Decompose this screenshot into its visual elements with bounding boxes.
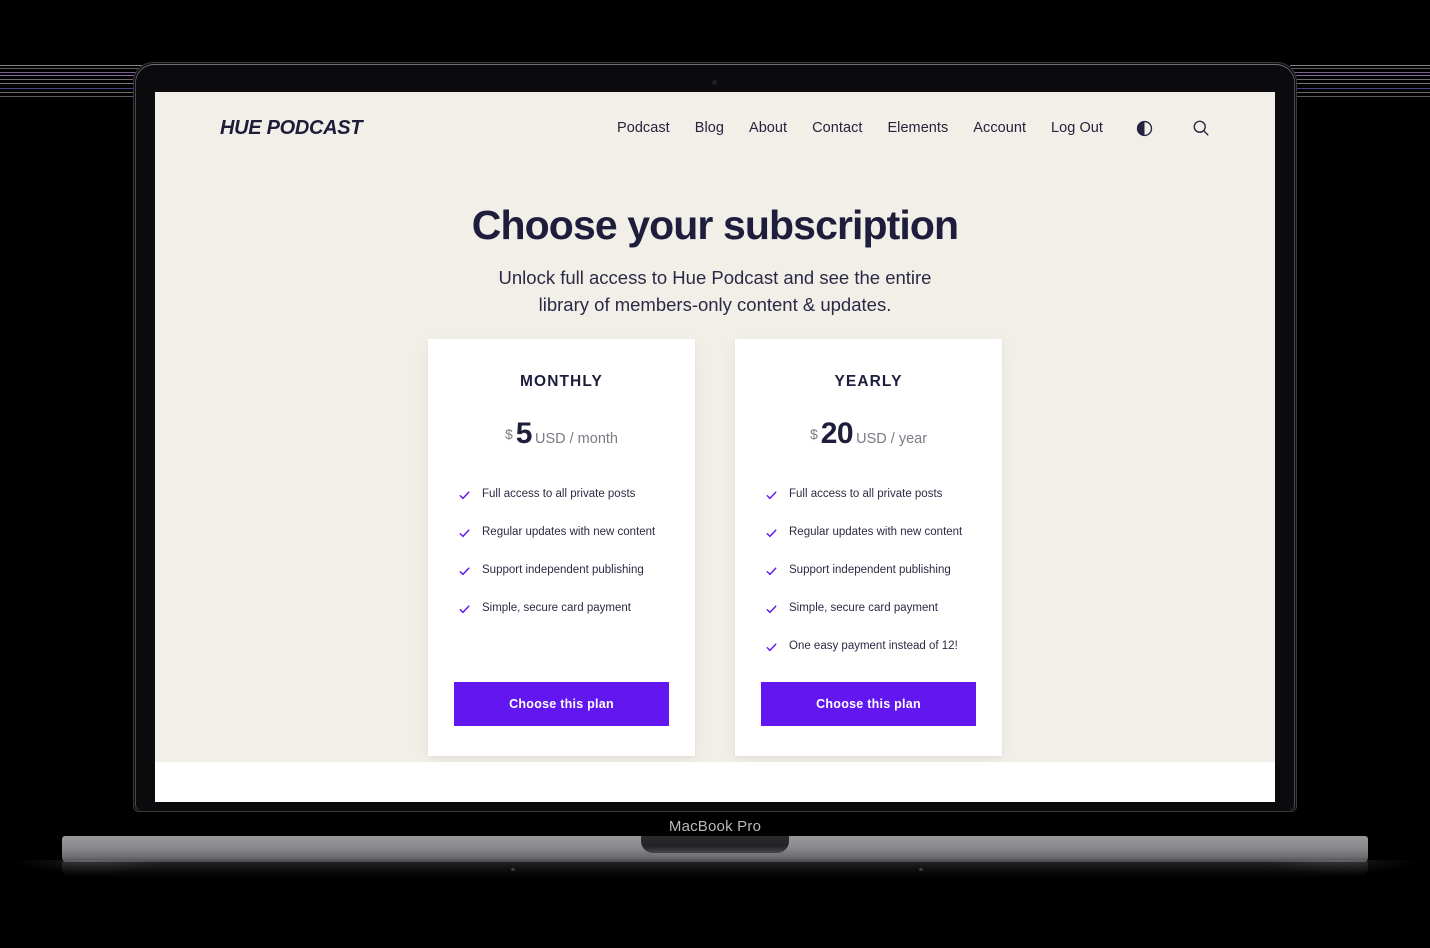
list-item: Support independent publishing	[766, 563, 976, 582]
laptop-base-underside	[62, 862, 1368, 878]
plan-feature-list: Full access to all private posts Regular…	[761, 487, 976, 677]
plan-feature-list: Full access to all private posts Regular…	[454, 487, 669, 639]
price-currency: $	[505, 426, 513, 442]
check-icon	[766, 640, 777, 658]
plan-card-monthly: MONTHLY $5 USD / month Full access to all…	[428, 339, 695, 756]
check-icon	[766, 526, 777, 544]
half-circle-contrast-icon[interactable]	[1136, 120, 1153, 137]
webcam-icon	[712, 80, 717, 85]
plan-name: MONTHLY	[520, 373, 603, 390]
page-subtitle: Unlock full access to Hue Podcast and se…	[498, 267, 932, 315]
price-period: USD / month	[534, 431, 618, 447]
list-item: Support independent publishing	[459, 563, 669, 582]
plan-price: $20 USD / year	[761, 417, 976, 451]
feature-label: Support independent publishing	[482, 564, 644, 576]
page-title: Choose your subscription	[471, 202, 959, 248]
primary-navigation: Podcast Blog About Contact Elements Acco…	[617, 119, 1210, 137]
laptop-base-foot-dot	[919, 868, 923, 871]
feature-label: Full access to all private posts	[482, 488, 636, 500]
check-icon	[459, 488, 470, 506]
laptop-base-highlight-right	[1260, 860, 1420, 874]
nav-item-blog[interactable]: Blog	[695, 120, 724, 136]
feature-label: Simple, secure card payment	[789, 602, 938, 614]
site-logo[interactable]: HUE PODCAST	[220, 117, 363, 140]
site-header: HUE PODCAST Podcast Blog About Contact E…	[155, 92, 1275, 164]
nav-item-about[interactable]: About	[749, 120, 787, 136]
nav-item-contact[interactable]: Contact	[812, 120, 862, 136]
plan-cta-wrapper: Choose this plan	[454, 682, 669, 726]
nav-item-elements[interactable]: Elements	[887, 120, 948, 136]
laptop-base-notch	[641, 836, 789, 853]
list-item: Simple, secure card payment	[459, 601, 669, 620]
check-icon	[459, 602, 470, 620]
check-icon	[766, 602, 777, 620]
feature-label: Regular updates with new content	[482, 526, 656, 538]
plan-card-yearly: YEARLY $20 USD / year Full access to all …	[735, 339, 1002, 756]
price-amount: 20	[820, 417, 854, 450]
plan-name: YEARLY	[834, 373, 903, 390]
list-item: One easy payment instead of 12!	[766, 639, 976, 658]
price-currency: $	[809, 426, 818, 442]
laptop-base-foot-dot	[511, 868, 515, 871]
list-item: Full access to all private posts	[766, 487, 976, 506]
laptop-base-highlight-left	[10, 860, 170, 874]
list-item: Regular updates with new content	[459, 525, 669, 544]
site-footer-strip	[155, 762, 1275, 802]
feature-label: Regular updates with new content	[789, 526, 963, 538]
nav-item-account[interactable]: Account	[973, 120, 1026, 136]
feature-label: Simple, secure card payment	[482, 602, 631, 614]
feature-label: One easy payment instead of 12!	[789, 640, 958, 652]
browser-viewport: HUE PODCAST Podcast Blog About Contact E…	[155, 92, 1275, 802]
pricing-plans: MONTHLY $5 USD / month Full access to all…	[155, 339, 1275, 756]
nav-item-podcast[interactable]: Podcast	[617, 120, 670, 136]
feature-label: Full access to all private posts	[789, 488, 943, 500]
plan-cta-wrapper: Choose this plan	[761, 682, 976, 726]
macbook-pro-device-frame: HUE PODCAST Podcast Blog About Contact E…	[0, 0, 1430, 948]
price-period: USD / year	[856, 431, 928, 447]
plan-price: $5 USD / month	[454, 417, 669, 451]
choose-plan-button-yearly[interactable]: Choose this plan	[761, 682, 976, 726]
list-item: Simple, secure card payment	[766, 601, 976, 620]
hero-section: Choose your subscription Unlock full acc…	[155, 202, 1275, 319]
search-icon[interactable]	[1192, 119, 1210, 137]
price-amount: 5	[515, 417, 533, 450]
check-icon	[459, 526, 470, 544]
check-icon	[459, 564, 470, 582]
choose-plan-button-monthly[interactable]: Choose this plan	[454, 682, 669, 726]
check-icon	[766, 564, 777, 582]
feature-label: Support independent publishing	[789, 564, 951, 576]
list-item: Regular updates with new content	[766, 525, 976, 544]
nav-item-log-out[interactable]: Log Out	[1051, 120, 1103, 136]
check-icon	[766, 488, 777, 506]
device-model-label: MacBook Pro	[668, 818, 762, 835]
list-item: Full access to all private posts	[459, 487, 669, 506]
